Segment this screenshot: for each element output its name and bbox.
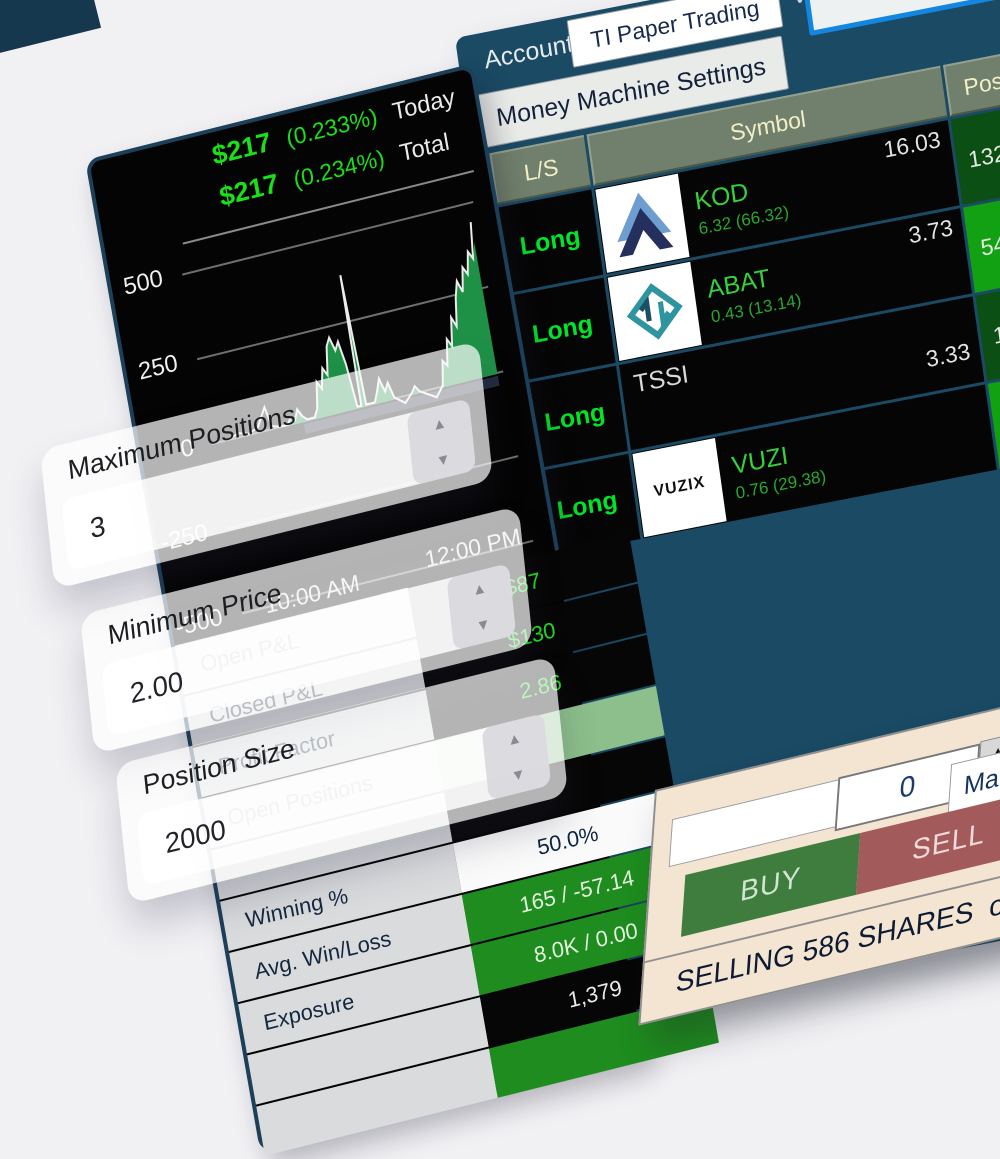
stepper: ▲ ▼ [482,713,552,800]
stop-money-machine-button[interactable]: Stop Money Machine [800,0,1000,36]
price-text: 16.03 [882,126,942,164]
buy-label: BUY [739,861,802,909]
abat-logo-icon [608,262,702,361]
side-cell: Long [497,189,603,292]
account-label: Account [482,30,575,76]
sell-label: SELL [911,817,986,867]
price-text: 3.73 [907,214,955,249]
stepper: ▲ ▼ [447,563,517,650]
stepper: ▲ ▼ [407,398,477,485]
ytick-250: 250 [136,349,180,386]
vuzix-logo-icon: VUZIX [632,438,726,537]
header-pos[interactable]: Pos (Shr) [943,40,1000,116]
price-text: 3.33 [924,338,972,373]
kod-logo-icon [595,174,689,273]
ytick-500: 500 [121,265,165,302]
order-type-value: Market [963,752,1000,801]
background-window-corner [0,0,101,62]
order-type-select[interactable]: Market [948,715,1000,814]
symbol-text: TSSI [632,360,691,399]
quantity-value: 0 [898,769,916,806]
pnl-today-value: $217 [210,127,274,172]
pnl-today-label: Today [390,82,465,127]
